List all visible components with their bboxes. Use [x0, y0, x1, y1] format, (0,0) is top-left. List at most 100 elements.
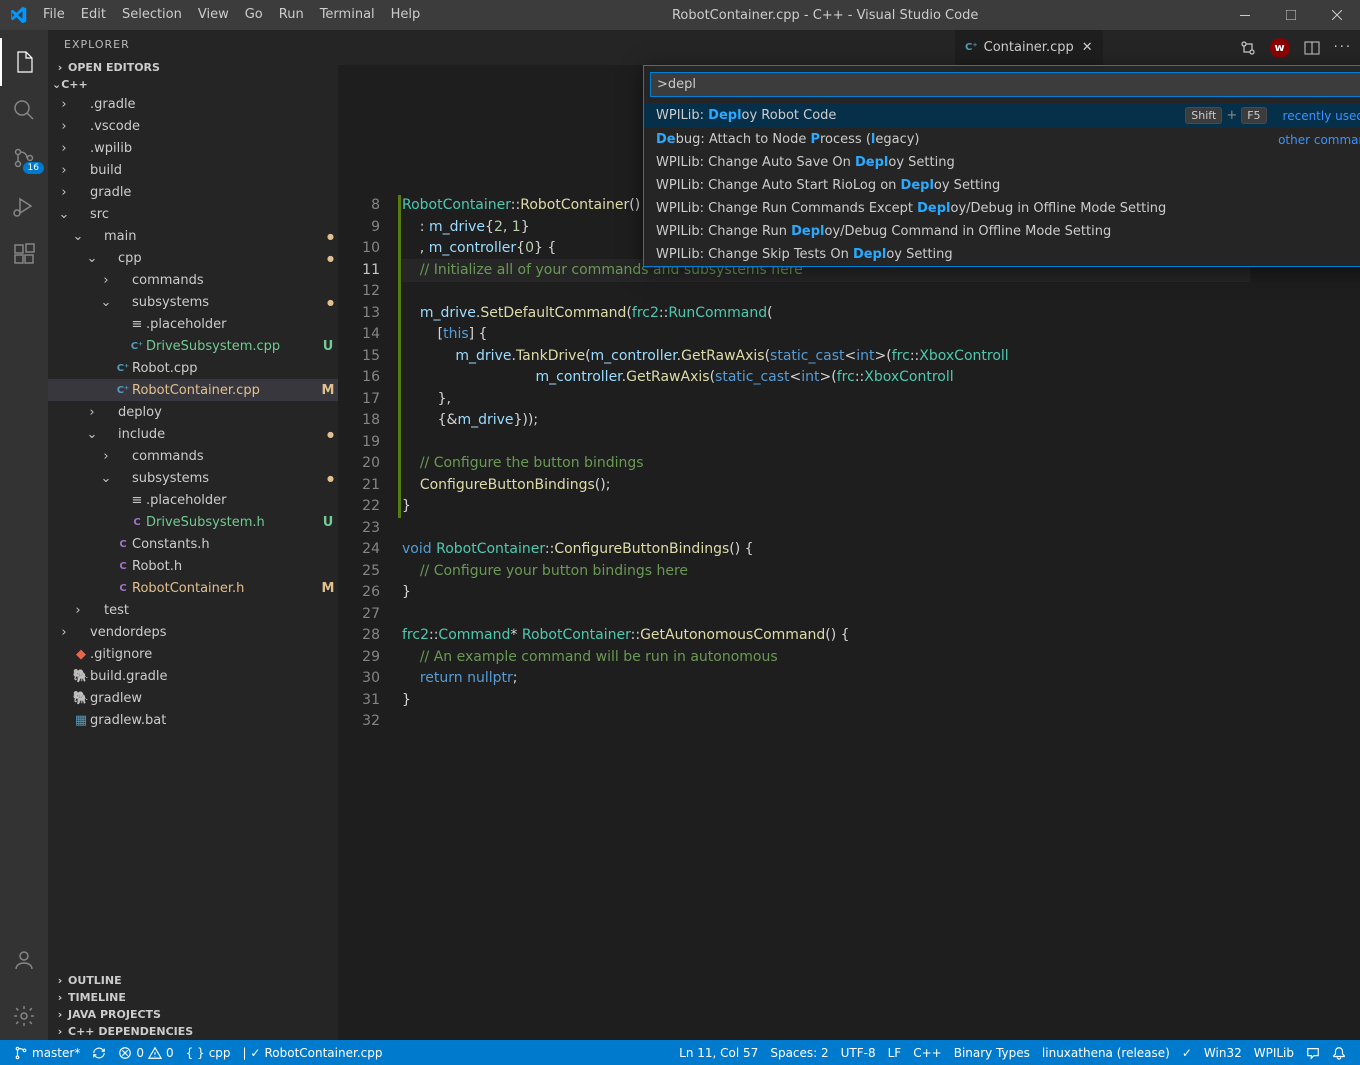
cpp-icon: C⁺ [114, 385, 132, 396]
explorer-tab[interactable] [0, 38, 48, 86]
java-projects-section[interactable]: ›JAVA PROJECTS [48, 1006, 338, 1023]
outline-section[interactable]: ›OUTLINE [48, 972, 338, 989]
target-status[interactable]: linuxathena (release) [1036, 1046, 1176, 1060]
more-icon[interactable]: ··· [1334, 40, 1352, 55]
palette-item[interactable]: WPILib: Deploy Robot CodeShift+F5recentl… [644, 103, 1360, 128]
menu-file[interactable]: File [35, 0, 73, 30]
menu-edit[interactable]: Edit [73, 0, 114, 30]
palette-item[interactable]: WPILib: Change Auto Save On Deploy Setti… [644, 151, 1360, 174]
tree-item[interactable]: C⁺Robot.cpp [48, 357, 338, 379]
search-tab[interactable] [0, 86, 48, 134]
tree-item[interactable]: ⌄cpp● [48, 247, 338, 269]
eol-status[interactable]: LF [882, 1046, 908, 1060]
tree-item[interactable]: ≡.placeholder [48, 313, 338, 335]
h-icon: C [114, 539, 132, 550]
vscode-icon [0, 6, 35, 24]
folder-section[interactable]: ⌄C++ [48, 76, 338, 93]
platform-status[interactable]: Win32 [1198, 1046, 1248, 1060]
palette-item[interactable]: WPILib: Change Run Commands Except Deplo… [644, 197, 1360, 220]
cpp-deps-section[interactable]: ›C++ DEPENDENCIES [48, 1023, 338, 1040]
menu-view[interactable]: View [190, 0, 237, 30]
split-icon[interactable] [1304, 40, 1320, 56]
palette-item[interactable]: Debug: Attach to Node Process (legacy)ot… [644, 128, 1360, 151]
tree-item[interactable]: ⌄subsystems● [48, 467, 338, 489]
scm-tab[interactable]: 16 [0, 134, 48, 182]
tree-item[interactable]: ▦gradlew.bat [48, 709, 338, 731]
palette-item[interactable]: WPILib: Change Auto Start RioLog on Depl… [644, 174, 1360, 197]
lang-mode-status[interactable]: { }cpp [180, 1040, 237, 1065]
tree-item[interactable]: ›commands [48, 269, 338, 291]
file-status[interactable]: | ✓RobotContainer.cpp [237, 1040, 389, 1065]
tree-item[interactable]: ›build [48, 159, 338, 181]
file-icon: ≡ [128, 317, 146, 332]
tree-item[interactable]: ›test [48, 599, 338, 621]
tree-label: commands [132, 273, 338, 288]
sync-status[interactable] [86, 1040, 112, 1065]
extensions-tab[interactable] [0, 230, 48, 278]
maximize-button[interactable] [1268, 0, 1314, 30]
wpilib-icon[interactable]: w [1270, 38, 1290, 58]
tree-item[interactable]: ›deploy [48, 401, 338, 423]
chevron-icon: ⌄ [98, 295, 114, 310]
tree-item[interactable]: CRobot.h [48, 555, 338, 577]
tree-item[interactable]: ›vendordeps [48, 621, 338, 643]
tree-item[interactable]: CDriveSubsystem.hU [48, 511, 338, 533]
close-button[interactable] [1314, 0, 1360, 30]
tree-label: gradlew.bat [90, 713, 338, 728]
tree-item[interactable]: ›gradle [48, 181, 338, 203]
tree-item[interactable]: CRobotContainer.hM [48, 577, 338, 599]
menu-run[interactable]: Run [271, 0, 312, 30]
tree-label: commands [132, 449, 338, 464]
tree-label: cpp [118, 251, 327, 266]
spaces-status[interactable]: Spaces: 2 [764, 1046, 834, 1060]
tree-item[interactable]: 🐘gradlew [48, 687, 338, 709]
menu-terminal[interactable]: Terminal [312, 0, 383, 30]
feedback-icon[interactable] [1300, 1046, 1326, 1060]
tree-item[interactable]: C⁺DriveSubsystem.cppU [48, 335, 338, 357]
debug-tab[interactable] [0, 182, 48, 230]
chevron-icon: ⌄ [84, 427, 100, 442]
tree-item[interactable]: C⁺RobotContainer.cppM [48, 379, 338, 401]
tree-item[interactable]: ›.gradle [48, 93, 338, 115]
accounts-tab[interactable] [0, 936, 48, 984]
minimize-button[interactable] [1222, 0, 1268, 30]
open-editors-section[interactable]: ›OPEN EDITORS [48, 59, 338, 76]
tree-item[interactable]: ◆.gitignore [48, 643, 338, 665]
chevron-icon: › [98, 449, 114, 464]
wpilib-status[interactable]: WPILib [1248, 1046, 1300, 1060]
tree-item[interactable]: › commands [48, 445, 338, 467]
menu-selection[interactable]: Selection [114, 0, 190, 30]
tree-item[interactable]: ⌄src [48, 203, 338, 225]
palette-item[interactable]: WPILib: Change Run Deploy/Debug Command … [644, 220, 1360, 243]
tree-item[interactable]: ⌄main● [48, 225, 338, 247]
check-icon[interactable]: ✓ [1176, 1046, 1198, 1060]
compare-icon[interactable] [1240, 40, 1256, 56]
tree-item[interactable]: 🐘build.gradle [48, 665, 338, 687]
binary-status[interactable]: Binary Types [948, 1046, 1036, 1060]
tree-item[interactable]: ⌄include● [48, 423, 338, 445]
chevron-icon: › [84, 405, 100, 420]
palette-item[interactable]: WPILib: Change Skip Tests On Deploy Sett… [644, 243, 1360, 266]
timeline-section[interactable]: ›TIMELINE [48, 989, 338, 1006]
encoding-status[interactable]: UTF-8 [835, 1046, 882, 1060]
bell-icon[interactable] [1326, 1046, 1352, 1060]
tree-item[interactable]: ≡.placeholder [48, 489, 338, 511]
palette-input[interactable] [650, 72, 1360, 97]
menu-go[interactable]: Go [237, 0, 271, 30]
close-icon[interactable]: ✕ [1082, 40, 1093, 55]
settings-tab[interactable] [0, 992, 48, 1040]
menu-help[interactable]: Help [383, 0, 429, 30]
tree-item[interactable]: ›.wpilib [48, 137, 338, 159]
chevron-icon: › [70, 603, 86, 618]
titlebar: FileEditSelectionViewGoRunTerminalHelp R… [0, 0, 1360, 30]
tree-item[interactable]: CConstants.h [48, 533, 338, 555]
branch-status[interactable]: master* [8, 1040, 86, 1065]
sidebar-title: EXPLORER [48, 30, 338, 59]
tree-item[interactable]: ⌄subsystems● [48, 291, 338, 313]
cursor-status[interactable]: Ln 11, Col 57 [673, 1046, 764, 1060]
tree-item[interactable]: ›.vscode [48, 115, 338, 137]
h-icon: C [128, 517, 146, 528]
lang-status[interactable]: C++ [907, 1046, 948, 1060]
tab-robotcontainer[interactable]: C⁺ Container.cpp ✕ [955, 30, 1104, 65]
problems-status[interactable]: 0 0 [112, 1040, 179, 1065]
